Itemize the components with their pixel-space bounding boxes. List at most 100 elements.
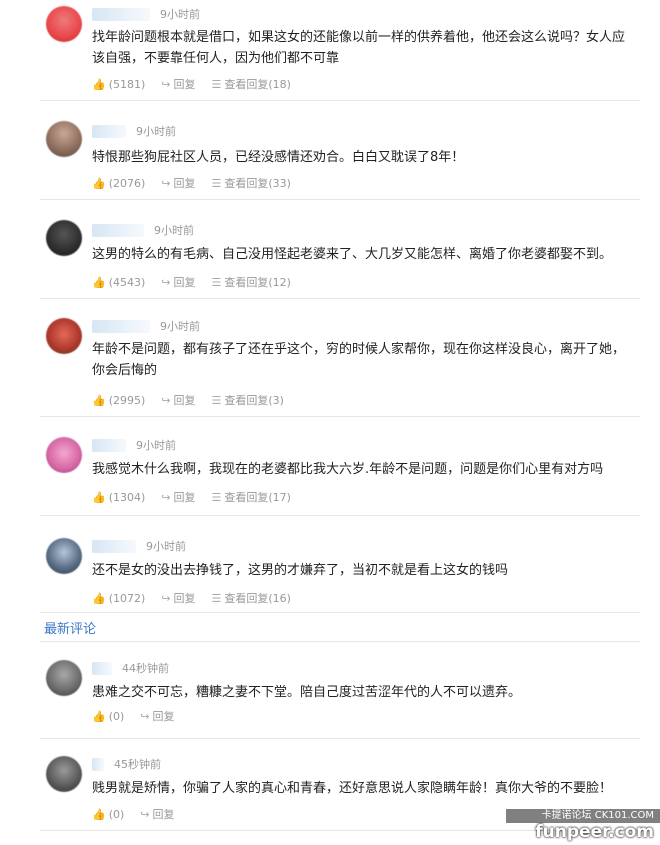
comment-meta: 9小时前 [92,222,194,238]
comment-time: 9小时前 [136,439,176,452]
comment-time: 9小时前 [154,224,194,237]
thumbs-up-icon: 👍 [92,393,106,407]
reply-arrow-icon: ↪ [140,807,150,821]
like-count: (0) [108,709,125,723]
like-button[interactable]: 👍 (5181) [92,78,145,91]
comment-meta: 9小时前 [92,6,200,22]
reply-button[interactable]: ↪ 回复 [161,175,195,191]
reply-arrow-icon: ↪ [161,77,171,91]
username-blurred[interactable] [92,661,112,675]
watermark-ck101: 卡提诺论坛 CK101.COM [506,809,660,823]
list-icon: ☰ [211,275,222,289]
view-replies-button[interactable]: ☰ 查看回复(33) [212,175,291,191]
reply-arrow-icon: ↪ [140,709,150,723]
username-blurred[interactable] [92,438,126,452]
view-replies-label: 查看回复(16) [224,592,291,605]
comment-item: 9小时前 还不是女的没出去挣钱了，这男的才嫌弃了，当初不就是看上这女的钱吗 👍(… [40,516,640,613]
reply-button[interactable]: ↪ 回复 [161,590,195,606]
view-replies-button[interactable]: ☰ 查看回复(16) [212,590,291,606]
comment-meta: 9小时前 [92,123,176,139]
comment-text: 年龄不是问题，都有孩子了还在乎这个，穷的时候人家帮你，现在你这样没良心，离开了她… [92,342,626,378]
reply-button[interactable]: ↪ 回复 [161,392,195,408]
like-count: (2995) [108,393,146,407]
comment-time: 45秒钟前 [114,758,161,771]
view-replies-button[interactable]: ☰ 查看回复(12) [212,274,291,290]
comment-item: 9小时前 年龄不是问题，都有孩子了还在乎这个，穷的时候人家帮你，现在你这样没良心… [40,299,640,417]
avatar[interactable] [46,437,82,473]
username-blurred[interactable] [92,223,144,237]
comment-text: 还不是女的没出去挣钱了，这男的才嫌弃了，当初不就是看上这女的钱吗 [92,563,509,578]
comment-actions: 👍 (2076) ↪ 回复 ☰ 查看回复(33) [92,175,291,191]
avatar[interactable] [46,220,82,256]
thumbs-up-icon: 👍 [92,807,106,821]
reply-arrow-icon: ↪ [161,393,171,407]
thumbs-up-icon: 👍 [92,176,106,190]
comment-actions: 👍 (1304) ↪ 回复 ☰ 查看回复(17) [92,489,291,505]
reply-button[interactable]: ↪ 回复 [161,274,195,290]
like-count: (1072) [108,591,146,605]
comment-actions: 👍 (1072) ↪ 回复 ☰ 查看回复(16) [92,590,291,606]
comment-time: 44秒钟前 [122,662,169,675]
like-button[interactable]: 👍 (0) [92,710,124,723]
like-button[interactable]: 👍 (1072) [92,592,145,605]
comment-item: 9小时前 找年龄问题根本就是借口，如果这女的还能像以前一样的供养着他，他还会这么… [40,0,640,101]
reply-button[interactable]: ↪ 回复 [161,76,195,92]
comment-item: 44秒钟前 患难之交不可忘，糟糠之妻不下堂。陪自己度过苦涩年代的人不可以遗弃。 … [40,642,640,739]
comment-time: 9小时前 [160,8,200,21]
username-blurred[interactable] [92,757,104,771]
comment-item: 9小时前 这男的特么的有毛病、自己没用怪起老婆来了、大几岁又能怎样、离婚了你老婆… [40,200,640,299]
avatar[interactable] [46,318,82,354]
comment-item: 9小时前 特恨那些狗屁社区人员，已经没感情还劝合。白白又耽误了8年！ 👍 (207… [40,101,640,200]
like-button[interactable]: 👍 (2076) [92,177,145,190]
reply-label: 回复 [173,177,196,190]
comment-actions: 👍 (2995) ↪ 回复 ☰ 查看回复(3) [92,392,284,408]
comment-actions: 👍 (4543) ↪ 回复 ☰ 查看回复(12) [92,274,291,290]
reply-button[interactable]: ↪ 回复 [140,708,174,724]
thumbs-up-icon: 👍 [92,591,106,605]
comment-list: 9小时前 找年龄问题根本就是借口，如果这女的还能像以前一样的供养着他，他还会这么… [0,0,660,613]
section-title-latest-comments[interactable]: 最新评论 [44,618,96,637]
view-replies-button[interactable]: ☰ 查看回复(18) [212,76,291,92]
username-blurred[interactable] [92,539,136,553]
view-replies-label: 查看回复(12) [224,276,291,289]
comment-meta: 44秒钟前 [92,660,169,676]
view-replies-label: 查看回复(3) [224,394,284,407]
comment-text: 特恨那些狗屁社区人员，已经没感情还劝合。白白又耽误了8年！ [92,150,465,165]
avatar[interactable] [46,6,82,42]
thumbs-up-icon: 👍 [92,275,106,289]
comment-text: 找年龄问题根本就是借口，如果这女的还能像以前一样的供养着他，他还会这么说吗？女人… [92,30,626,66]
avatar[interactable] [46,660,82,696]
reply-button[interactable]: ↪ 回复 [140,806,174,822]
list-icon: ☰ [211,591,222,605]
comment-text: 患难之交不可忘，糟糠之妻不下堂。陪自己度过苦涩年代的人不可以遗弃。 [92,685,522,700]
like-count: (2076) [108,176,146,190]
view-replies-button[interactable]: ☰ 查看回复(3) [212,392,284,408]
reply-arrow-icon: ↪ [161,275,171,289]
like-button[interactable]: 👍 (1304) [92,491,145,504]
username-blurred[interactable] [92,319,150,333]
avatar[interactable] [46,121,82,157]
reply-label: 回复 [152,710,175,723]
like-count: (1304) [108,490,146,504]
view-replies-label: 查看回复(18) [224,78,291,91]
comment-text: 我感觉木什么我啊，我现在的老婆都比我大六岁.年龄不是问题，问题是你们心里有对方吗 [92,462,604,477]
reply-label: 回复 [173,394,196,407]
reply-button[interactable]: ↪ 回复 [161,489,195,505]
thumbs-up-icon: 👍 [92,709,106,723]
like-count: (4543) [108,275,146,289]
list-icon: ☰ [211,77,222,91]
like-button[interactable]: 👍 (2995) [92,394,145,407]
list-icon: ☰ [211,393,222,407]
like-button[interactable]: 👍 (4543) [92,276,145,289]
username-blurred[interactable] [92,7,150,21]
view-replies-button[interactable]: ☰ 查看回复(17) [212,489,291,505]
reply-label: 回复 [173,78,196,91]
reply-label: 回复 [152,808,175,821]
avatar[interactable] [46,538,82,574]
list-icon: ☰ [211,490,222,504]
comment-meta: 9小时前 [92,318,200,334]
comment-time: 9小时前 [136,125,176,138]
username-blurred[interactable] [92,124,126,138]
like-button[interactable]: 👍 (0) [92,808,124,821]
avatar[interactable] [46,756,82,792]
